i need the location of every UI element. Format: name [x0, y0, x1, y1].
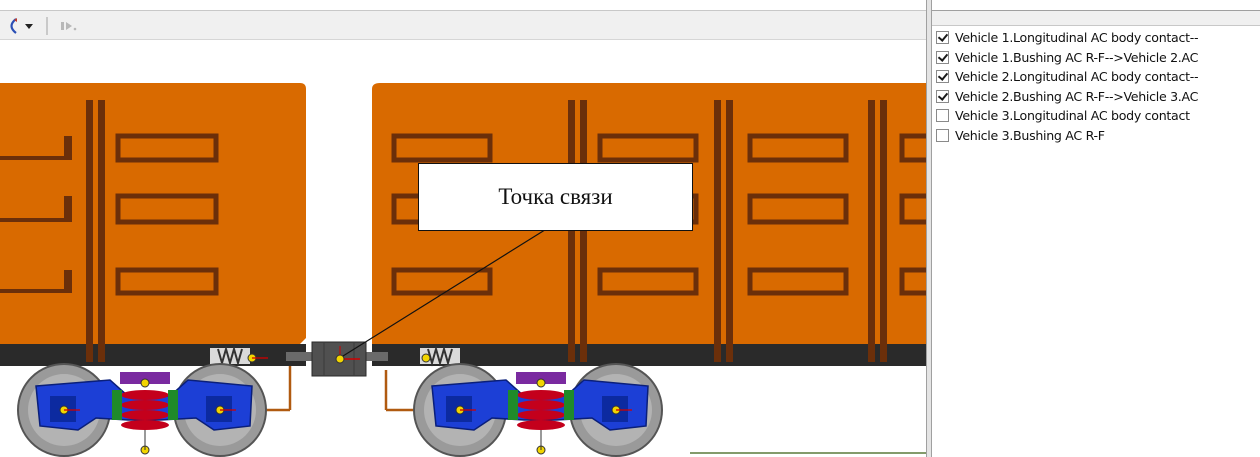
3d-viewport[interactable]: Точка связи [0, 0, 926, 457]
rotate-icon[interactable] [4, 15, 18, 37]
wagon-body-left [0, 83, 306, 366]
checkbox[interactable] [936, 89, 949, 103]
list-item-label: Vehicle 1.Longitudinal AC body contact-- [955, 30, 1199, 46]
checkbox[interactable] [936, 109, 949, 123]
list-item-label: Vehicle 2.Bushing AC R-F-->Vehicle 3.AC [955, 88, 1199, 104]
dropdown-arrow-icon[interactable] [22, 15, 36, 37]
list-item[interactable]: Vehicle 2.Bushing AC R-F-->Vehicle 3.AC [932, 87, 1260, 107]
list-item[interactable]: Vehicle 1.Longitudinal AC body contact-- [932, 28, 1260, 48]
list-item[interactable]: Vehicle 2.Longitudinal AC body contact-- [932, 67, 1260, 87]
panel-header [932, 10, 1260, 26]
play-step-icon[interactable] [58, 15, 80, 37]
toolbar-separator [46, 17, 48, 35]
list-item-label: Vehicle 3.Longitudinal AC body contact [955, 108, 1190, 124]
list-item[interactable]: Vehicle 3.Bushing AC R-F [932, 126, 1260, 146]
list-item-label: Vehicle 1.Bushing AC R-F-->Vehicle 2.AC [955, 49, 1199, 65]
list-item-label: Vehicle 2.Longitudinal AC body contact-- [955, 69, 1199, 85]
object-list: Vehicle 1.Longitudinal AC body contact--… [932, 28, 1260, 145]
list-item[interactable]: Vehicle 3.Longitudinal AC body contact [932, 106, 1260, 126]
train-scene [0, 83, 926, 457]
list-item[interactable]: Vehicle 1.Bushing AC R-F-->Vehicle 2.AC [932, 48, 1260, 68]
bogie-right [413, 363, 663, 457]
checkbox[interactable] [936, 50, 949, 64]
list-item-label: Vehicle 3.Bushing AC R-F [955, 127, 1105, 143]
checkbox[interactable] [936, 70, 949, 84]
object-list-panel: Vehicle 1.Longitudinal AC body contact--… [932, 0, 1260, 457]
viewport-toolbar [0, 10, 926, 40]
callout-text: Точка связи [498, 184, 613, 209]
checkbox[interactable] [936, 128, 949, 142]
connection-point-callout: Точка связи [418, 163, 693, 231]
bogie-left [17, 363, 267, 457]
checkbox[interactable] [936, 31, 949, 45]
